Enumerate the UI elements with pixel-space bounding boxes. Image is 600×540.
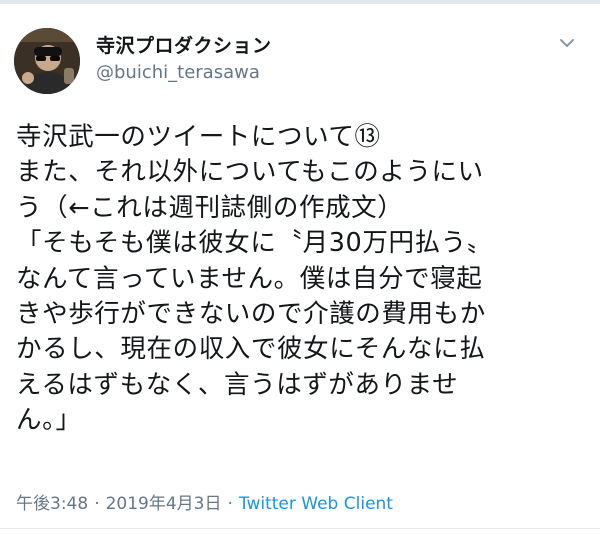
tweet-text-line: ん。」 [16,405,82,436]
meta-separator: · [94,494,100,514]
tweet-text-line: また、それ以外についてもこのようにい [16,157,484,188]
author-display-name[interactable]: 寺沢プロダクション [96,34,272,58]
tweet-text-line: 寺沢武一のツイートについて⑬ [16,122,381,152]
tweet-text-line: う（←これは週刊誌側の作成文） [16,192,404,223]
tweet-text-line: きや歩行ができないので介護の費用もか [16,299,486,330]
tweet-text-line: えるはずもなく、言うはずがありませ [16,369,459,400]
avatar[interactable] [14,28,80,94]
tweet-text-line: かるし、現在の収入で彼女にそんなに払 [16,334,486,365]
tweet-time[interactable]: 午後3:48 [16,494,88,514]
tweet-meta: 午後3:48 · 2019年4月3日 · Twitter Web Client [16,492,393,516]
tweet-header: 寺沢プロダクション @buichi_terasawa [14,28,586,98]
author-block: 寺沢プロダクション @buichi_terasawa [96,34,272,86]
tweet-text: 寺沢武一のツイートについて⑬ また、それ以外についてもこのようにい う（←これは… [16,120,586,439]
tweet-text-line: なんて言っていません。僕は自分で寝起 [16,263,483,294]
tweet-date[interactable]: 2019年4月3日 [106,494,222,514]
meta-separator: · [227,494,233,514]
tweet-text-line: 「そもそも僕は彼女に〝月30万円払う〟 [16,228,493,259]
bottom-divider [0,528,600,529]
author-handle[interactable]: @buichi_terasawa [96,60,272,86]
tweet-card: 寺沢プロダクション @buichi_terasawa 寺沢武一のツイートについて… [0,4,600,540]
tweet-client-link[interactable]: Twitter Web Client [239,494,393,514]
chevron-down-icon[interactable] [558,34,576,52]
